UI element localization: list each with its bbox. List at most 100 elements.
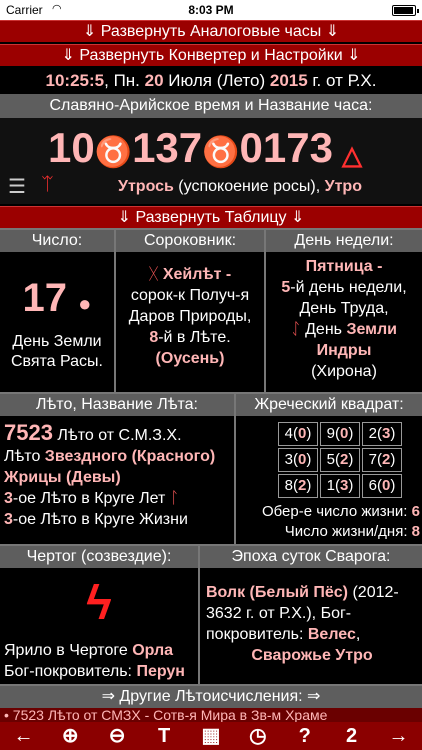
slavic-time-title: Славяно-Арийское время и Название часа: [0,94,422,118]
weekday-cell: День недели: Пятница - 5-й день недели, … [266,230,422,392]
circle-years-num: 3 [4,490,13,507]
hour-desc: (успокоение росы), [173,178,325,195]
current-month: Июля (Лето) [163,71,270,90]
square-sub-digit: 0 [340,425,349,442]
day-name-line1: День Земли [12,333,102,350]
sorokovnik-line2: сорок-к Получ-я [130,287,250,304]
square-digit: 3 [284,451,293,468]
expand-analog-clock-button[interactable]: ⇓ Развернуть Аналоговые часы ⇓ [0,20,422,42]
expand-converter-button[interactable]: ⇓ Развернуть Конвертер и Настройки ⇓ [0,44,422,66]
square-sub-digit: 2 [298,477,307,494]
square-digit: 6 [368,477,377,494]
square-cell-item: 6(0) [362,474,402,498]
forward-arrow-icon[interactable]: → [383,723,413,749]
number-cell: Число: 17 ● День Земли Свята Расы. [0,230,114,392]
square-cell-item: 4(0) [278,422,318,446]
epoch-god: Велес [307,626,356,643]
chertog-line1b: Орла [132,642,174,659]
weekday-line4b: Земли [346,321,397,338]
chertog-rune-icon: ϟ [86,577,112,630]
weekday-num: 5 [281,279,291,296]
weekday-line6: (Хирона) [311,363,377,380]
circle-life-num: 3 [4,511,13,528]
date-line: 10:25:5, Пн. 20 Июля (Лето) 2015 г. от Р… [0,68,422,94]
rune-separator-icon: ♉ [94,136,133,169]
slavic-part: 137 [132,124,203,171]
leto-year-suffix: Лѣто от С.М.З.Х. [52,427,182,444]
slavic-hour: 10 [48,124,95,171]
square-digit: 7 [368,451,377,468]
weekday-title: День недели: [266,230,422,252]
zoom-out-icon[interactable]: ⊖ [102,723,132,749]
hour-period: Утро [324,178,362,195]
zoom-in-icon[interactable]: ⊕ [55,723,85,749]
circle-years: -ое Лѣто в Круге Лет [12,490,166,507]
leto-cell: Лѣто, Название Лѣта: 7523 Лѣто от С.М.З.… [0,394,234,544]
era-suffix: г. от Р.Х. [307,71,377,90]
status-bar: Carrier ◠ 8:03 PM [0,0,422,20]
weekday-line5: Индры [316,342,372,359]
chertog-line2b: Перун [136,663,185,680]
weekday-name: Пятница - [305,258,383,275]
epoch-name: Волк (Белый Пёс) [206,584,349,601]
current-year: 2015 [269,71,308,90]
square-cell: Жреческий квадрат: 4(0) 9(0) 2(3) 3(0) 5(2) 7… [236,394,422,544]
page-two-icon[interactable]: 2 [337,723,367,749]
sorokovnik-line3: Даров Природы, [128,308,252,325]
epoch-period: Сварожье Утро [251,647,373,664]
other-chronology-button[interactable]: ⇒ Другие Лѣтоисчисления: ⇒ [0,686,422,708]
expand-table-button[interactable]: ⇓ Развернуть Таблицу ⇓ [0,206,422,228]
battery-icon [392,5,419,16]
status-time: 8:03 PM [188,3,234,17]
sorokovnik-title: Сороковник: [116,230,264,252]
hexagram-icon: ☰ [8,176,26,198]
sorokovnik-season: (Оусень) [155,350,225,367]
square-digit: 2 [368,425,377,442]
clock-icon[interactable]: ◷ [243,723,273,749]
square-cell-item: 3(0) [278,448,318,472]
epoch-cell: Эпоха суток Сварога: Волк (Белый Пёс) (2… [200,546,422,684]
chertog-line1a: Ярило в Чертоге [4,642,133,659]
triangle-rune-icon: △ [342,140,362,170]
priest-square: 4(0) 9(0) 2(3) 3(0) 5(2) 7(2) 8(2) 1(3) 6(0) [278,422,404,500]
dot-icon: ● [78,291,92,316]
chronology-ticker: • 7523 Лѣто от СМЗХ - Сотв-я Мира в Зв-м… [0,708,422,722]
life-day: 8 [411,523,420,540]
hour-rune-icon: ᛠ [42,174,53,194]
life-day-label: Число жизни/дня: [284,523,412,540]
help-icon[interactable]: ? [290,723,320,749]
text-size-icon[interactable]: T [149,723,179,749]
square-sub-digit: 3 [340,477,349,494]
sorokovnik-rune-icon: ᚷ [148,266,159,283]
circle-life: -ое Лѣто в Круге Жизни [12,511,188,528]
square-digit: 9 [326,425,335,442]
square-digit: 1 [326,477,335,494]
weekday-line4a: День [305,321,347,338]
square-title: Жреческий квадрат: [236,394,422,416]
chertog-cell: Чертог (созвездие): ϟ Ярило в Чертоге Ор… [0,546,198,684]
square-cell-item: 1(3) [320,474,360,498]
square-digit: 5 [326,451,335,468]
square-cell-item: 9(0) [320,422,360,446]
sorokovnik-num: 8 [149,329,159,346]
chertog-line2a: Бог-покровитель: [4,663,137,680]
square-digit: 4 [284,425,293,442]
sorokovnik-cell: Сороковник: ᚷ Хейлѣт - сорок-к Получ-я Д… [116,230,264,392]
date-sep: , Пн. [104,71,145,90]
leto-year: 7523 [4,420,53,445]
square-cell-item: 7(2) [362,448,402,472]
square-sub-digit: 0 [298,425,307,442]
square-cell-item: 8(2) [278,474,318,498]
grid-icon[interactable]: ▦ [196,723,226,749]
back-arrow-icon[interactable]: ← [8,723,38,749]
slavic-share: 0173 [239,124,333,171]
slavic-time-panel: 10♉137♉0173 △ ☰ ᛠ Утрось (успокоение рос… [0,118,422,204]
leto-title: Лѣто, Название Лѣта: [0,394,234,416]
chertog-title: Чертог (созвездие): [0,546,198,568]
leto-name-b: Жрицы (Девы) [4,469,121,486]
square-sub-digit: 2 [340,451,349,468]
weekday-line2: -й день недели, [290,279,407,296]
life-number: 6 [411,503,420,520]
weekday-rune-icon: ᛇ [291,321,301,338]
day-number: 17 [22,276,68,320]
